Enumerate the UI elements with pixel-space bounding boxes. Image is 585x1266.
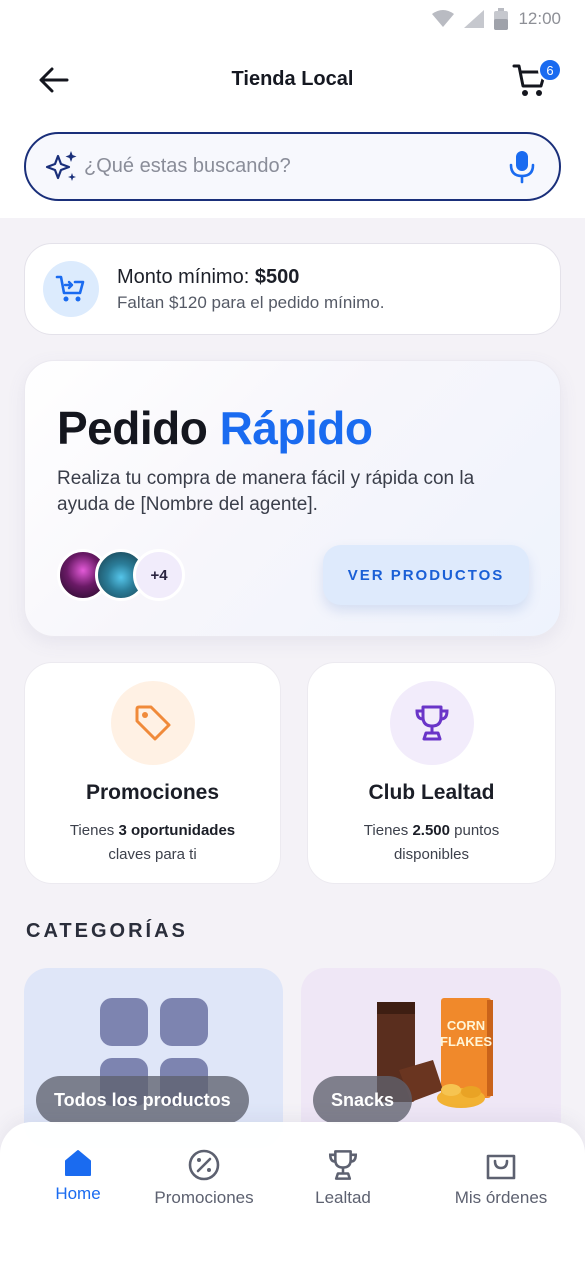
status-time: 12:00 xyxy=(518,9,561,28)
tag-icon xyxy=(110,681,195,765)
wifi-icon xyxy=(432,10,455,27)
nav-home[interactable]: Home xyxy=(48,1148,108,1204)
categories-heading: CATEGORÍAS xyxy=(26,920,188,942)
promotions-description: Tienes 3 oportunidades claves para ti xyxy=(69,822,236,863)
back-button[interactable] xyxy=(36,62,72,98)
cart-add-icon xyxy=(43,261,99,317)
category-label: Todos los productos xyxy=(36,1076,249,1124)
page-title: Tienda Local xyxy=(231,67,354,90)
minimum-amount-title: Monto mínimo: $500 xyxy=(117,265,300,288)
loyalty-club-title: Club Lealtad xyxy=(368,781,495,804)
minimum-amount-card: Monto mínimo: $500 Faltan $120 para el p… xyxy=(24,243,561,335)
loyalty-club-description: Tienes 2.500 puntos disponibles xyxy=(363,822,500,863)
promotions-card[interactable]: Promociones Tienes 3 oportunidades clave… xyxy=(24,662,281,884)
bottom-navigation: Home Promociones Lealtad Mis órdenes xyxy=(0,1122,585,1266)
minimum-amount-subtitle: Faltan $120 para el pedido mínimo. xyxy=(117,292,385,312)
svg-text:FLAKES: FLAKES xyxy=(440,1034,492,1049)
arrow-left-icon xyxy=(39,67,69,93)
sparkle-icon xyxy=(45,150,77,181)
status-bar: 12:00 xyxy=(0,0,585,38)
discount-icon xyxy=(188,1149,220,1181)
cart-button[interactable]: 6 xyxy=(512,58,562,102)
shopping-bag-icon xyxy=(486,1154,516,1180)
battery-icon xyxy=(494,8,509,30)
nav-promotions[interactable]: Promociones xyxy=(146,1148,262,1208)
app-header: Tienda Local 6 xyxy=(0,50,585,108)
category-label: Snacks xyxy=(313,1076,413,1124)
category-snacks[interactable]: CORN FLAKES Snacks xyxy=(301,968,561,1148)
trophy-icon xyxy=(389,681,474,765)
search-input[interactable] xyxy=(84,155,507,178)
minimum-amount-value: $500 xyxy=(254,265,300,288)
view-products-button[interactable]: VER PRODUCTOS xyxy=(323,545,529,605)
quick-order-description: Realiza tu compra de manera fácil y rápi… xyxy=(57,468,475,515)
quick-order-card: Pedido Rápido Realiza tu compra de maner… xyxy=(24,360,561,637)
quick-order-title: Pedido Rápido xyxy=(57,402,373,454)
nav-loyalty[interactable]: Lealtad xyxy=(308,1148,378,1208)
category-all-products[interactable]: Todos los productos xyxy=(24,968,283,1148)
svg-text:CORN: CORN xyxy=(447,1018,485,1033)
cart-count-badge: 6 xyxy=(538,58,562,82)
loyalty-club-card[interactable]: Club Lealtad Tienes 2.500 puntos disponi… xyxy=(307,662,556,884)
microphone-icon[interactable] xyxy=(507,150,537,184)
nav-orders[interactable]: Mis órdenes xyxy=(446,1148,556,1208)
search-bar[interactable] xyxy=(24,132,561,201)
signal-icon xyxy=(464,10,485,28)
nav-promotions-label: Promociones xyxy=(154,1188,254,1207)
nav-home-label: Home xyxy=(55,1184,101,1203)
extra-count-avatar: +4 xyxy=(133,549,185,601)
nav-loyalty-label: Lealtad xyxy=(315,1188,371,1207)
promotions-title: Promociones xyxy=(85,781,220,804)
nav-orders-label: Mis órdenes xyxy=(454,1188,548,1207)
home-icon xyxy=(65,1150,91,1176)
trophy-icon xyxy=(328,1150,358,1180)
